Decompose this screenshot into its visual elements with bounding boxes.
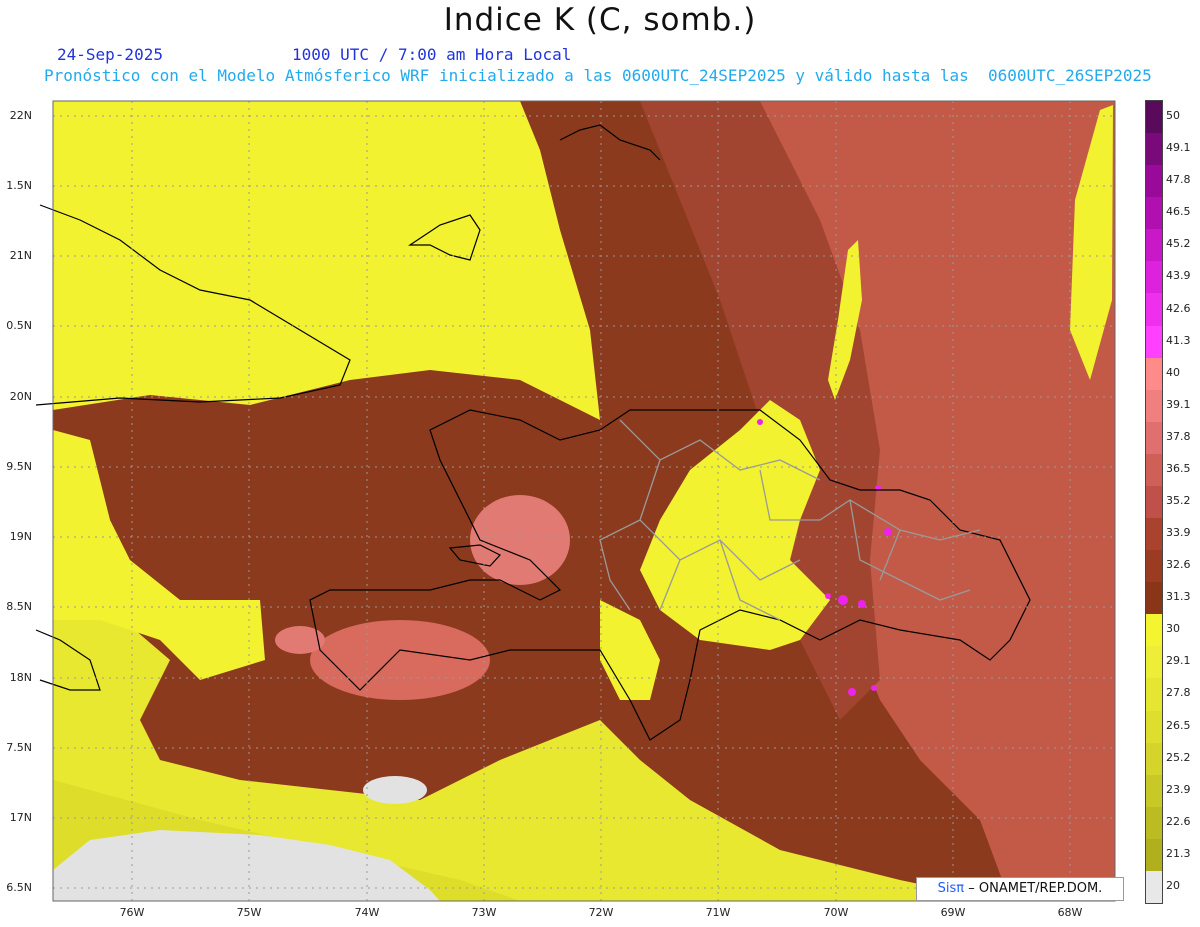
colorbar-label: 43.9	[1166, 269, 1191, 283]
colorbar-segment	[1146, 453, 1162, 487]
max-k-spot	[825, 593, 831, 599]
colorbar-label: 32.6	[1166, 558, 1191, 572]
lon-tick: 69W	[940, 906, 966, 919]
max-k-spot	[838, 595, 848, 605]
colorbar-label: 46.5	[1166, 205, 1191, 219]
forecast-description: Pronóstico con el Modelo Atmósferico WRF…	[44, 66, 1152, 85]
colorbar-label: 45.2	[1166, 237, 1191, 251]
colorbar-segment	[1146, 582, 1162, 615]
colorbar-label: 31.3	[1166, 590, 1191, 604]
lat-tick: 6.5N	[6, 881, 32, 894]
lon-tick: 76W	[119, 906, 145, 919]
colorbar-label: 49.1	[1166, 141, 1191, 155]
colorbar-segment	[1146, 133, 1162, 166]
lon-tick: 74W	[354, 906, 380, 919]
max-k-spot	[884, 528, 892, 536]
valid-time: 1000 UTC / 7:00 am Hora Local	[292, 45, 572, 64]
max-k-spot	[871, 685, 877, 691]
colorbar-label: 39.1	[1166, 397, 1191, 411]
colorbar-label: 50	[1166, 109, 1180, 123]
colorbar-segment	[1146, 197, 1162, 230]
colorbar-segment	[1146, 325, 1162, 359]
colorbar-label: 35.2	[1166, 494, 1191, 507]
lat-tick: 0.5N	[6, 319, 32, 332]
colorbar-segment	[1146, 357, 1162, 391]
colorbar-label: 27.8	[1166, 686, 1191, 700]
lat-tick: 20N	[9, 390, 32, 403]
lat-tick: 7.5N	[6, 741, 32, 754]
colorbar-label: 29.1	[1166, 654, 1191, 668]
colorbar-label: 42.6	[1166, 301, 1191, 315]
colorbar-segment	[1146, 421, 1162, 455]
lat-tick: 1.5N	[6, 179, 32, 192]
colorbar-segment	[1146, 389, 1162, 423]
colorbar	[1145, 100, 1163, 904]
high-k-pink-haiti	[470, 495, 570, 585]
colorbar-label: 40	[1166, 365, 1180, 379]
colorbar-label: 47.8	[1166, 173, 1191, 187]
colorbar-segment	[1146, 550, 1162, 583]
lon-tick: 72W	[588, 906, 614, 919]
colorbar-segment	[1146, 806, 1162, 840]
colorbar-label: 23.9	[1166, 782, 1191, 796]
colorbar-segment	[1146, 614, 1162, 647]
lat-tick: 21N	[9, 249, 32, 262]
lat-tick: 19N	[9, 530, 32, 543]
colorbar-segment	[1146, 518, 1162, 551]
colorbar-segment	[1146, 870, 1162, 904]
colorbar-label: 30	[1166, 622, 1180, 636]
lon-tick: 68W	[1057, 906, 1083, 919]
colorbar-segment	[1146, 261, 1162, 294]
map-title: Indice K (C, somb.)	[443, 2, 757, 38]
colorbar-segment	[1146, 710, 1162, 744]
colorbar-segment	[1146, 742, 1162, 776]
lat-tick: 9.5N	[6, 460, 32, 473]
colorbar-label: 21.3	[1166, 846, 1191, 860]
lat-tick: 22N	[9, 109, 32, 122]
k-index-map	[35, 100, 1116, 902]
sispi-logo-text: Sisπ	[937, 881, 965, 896]
colorbar-segment	[1146, 646, 1162, 679]
lon-tick: 75W	[236, 906, 262, 919]
lat-tick: 8.5N	[6, 600, 32, 613]
colorbar-label: 26.5	[1166, 718, 1191, 732]
lon-tick: 70W	[823, 906, 849, 919]
high-k-pink-south	[310, 620, 490, 700]
colorbar-label: 37.8	[1166, 429, 1191, 443]
colorbar-segment	[1146, 678, 1162, 712]
lon-tick: 73W	[471, 906, 497, 919]
lon-tick: 71W	[705, 906, 731, 919]
colorbar-segment	[1146, 165, 1162, 198]
colorbar-segment	[1146, 485, 1162, 519]
max-k-spot	[757, 419, 763, 425]
colorbar-label: 25.2	[1166, 750, 1191, 764]
colorbar-label: 36.5	[1166, 461, 1191, 475]
colorbar-segment	[1146, 838, 1162, 872]
colorbar-label: 41.3	[1166, 333, 1191, 347]
colorbar-segment	[1146, 774, 1162, 808]
colorbar-label: 20	[1166, 878, 1180, 892]
credit-box: Sisπ – ONAMET/REP.DOM.	[916, 877, 1124, 901]
gray-nodata-blob	[363, 776, 427, 804]
lat-tick: 17N	[9, 811, 32, 824]
colorbar-segment	[1146, 293, 1162, 327]
colorbar-segment	[1146, 229, 1162, 262]
lat-tick: 18N	[9, 671, 32, 684]
low-k-region-west	[53, 101, 600, 420]
credit-text: – ONAMET/REP.DOM.	[968, 881, 1103, 896]
colorbar-label: 33.9	[1166, 526, 1191, 540]
max-k-spot	[848, 688, 856, 696]
forecast-date: 24-Sep-2025	[57, 45, 163, 64]
colorbar-label: 22.6	[1166, 814, 1191, 828]
colorbar-segment	[1146, 101, 1162, 134]
